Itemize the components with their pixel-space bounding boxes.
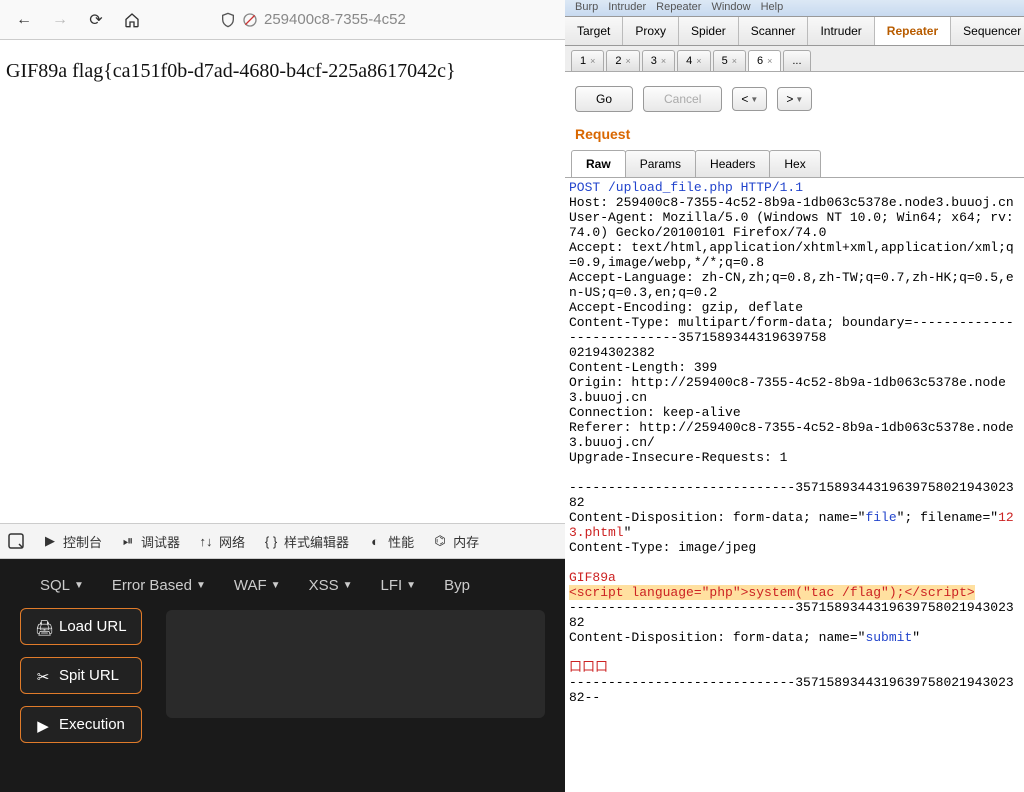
cancel-button[interactable]: Cancel: [643, 86, 722, 112]
style-icon: { }: [263, 533, 279, 549]
back-button[interactable]: ←: [8, 4, 40, 36]
exec-icon: ▶: [35, 717, 51, 733]
subtab-4[interactable]: 4×: [677, 50, 710, 71]
close-icon[interactable]: ×: [626, 56, 631, 66]
caret-down-icon: ▼: [343, 580, 353, 591]
devtools-tab-style-editor[interactable]: { }样式编辑器: [263, 532, 349, 551]
perf-icon: ◐: [367, 533, 383, 549]
home-icon: [124, 12, 140, 28]
devtools-toolbar: ▶控制台 ⏯调试器 ↑↓网络 { }样式编辑器 ◐性能 ⌬内存: [0, 523, 565, 559]
hackbar-menu-bypass[interactable]: Byp: [444, 577, 470, 594]
req-tab-hex[interactable]: Hex: [769, 150, 820, 177]
burp-menubar: Burp Intruder Repeater Window Help: [565, 0, 1024, 16]
close-icon[interactable]: ×: [767, 56, 772, 66]
hackbar-url-input[interactable]: [166, 610, 545, 718]
execution-button[interactable]: ▶Execution: [20, 706, 142, 743]
caret-down-icon: ▼: [196, 580, 206, 591]
req-tab-headers[interactable]: Headers: [695, 150, 770, 177]
history-forward-button[interactable]: >▼: [777, 87, 812, 111]
burp-main-tabs: Target Proxy Spider Scanner Intruder Rep…: [565, 16, 1024, 46]
request-view-tabs: Raw Params Headers Hex: [565, 150, 1024, 178]
subtab-more[interactable]: ...: [783, 50, 810, 71]
load-icon: 🖨: [35, 619, 51, 635]
burp-menu-intruder[interactable]: Intruder: [608, 1, 646, 13]
subtab-5[interactable]: 5×: [713, 50, 746, 71]
close-icon[interactable]: ×: [696, 56, 701, 66]
inspector-icon[interactable]: [8, 533, 24, 549]
burp-panel: Burp Intruder Repeater Window Help Targe…: [565, 0, 1024, 792]
tab-scanner[interactable]: Scanner: [739, 17, 809, 45]
req-tab-raw[interactable]: Raw: [571, 150, 626, 177]
hackbar-menu-error[interactable]: Error Based▼: [112, 577, 206, 594]
spit-icon: ✂: [35, 668, 51, 684]
tab-repeater[interactable]: Repeater: [875, 17, 951, 45]
devtools-tab-console[interactable]: ▶控制台: [42, 532, 102, 551]
hackbar-panel: SQL▼ Error Based▼ WAF▼ XSS▼ LFI▼ Byp 🖨Lo…: [0, 559, 565, 792]
reload-button[interactable]: ⟳: [80, 4, 112, 36]
forward-button[interactable]: →: [44, 4, 76, 36]
history-back-button[interactable]: <▼: [732, 87, 767, 111]
req-tab-params[interactable]: Params: [625, 150, 696, 177]
home-button[interactable]: [116, 4, 148, 36]
spit-url-button[interactable]: ✂Spit URL: [20, 657, 142, 694]
shield-icon: [220, 12, 236, 28]
subtab-3[interactable]: 3×: [642, 50, 675, 71]
devtools-tab-performance[interactable]: ◐性能: [367, 532, 414, 551]
caret-down-icon: ▼: [74, 580, 84, 591]
devtools-tab-memory[interactable]: ⌬内存: [432, 532, 479, 551]
page-body-text: GIF89a flag{ca151f0b-d7ad-4680-b4cf-225a…: [0, 40, 565, 103]
tab-intruder[interactable]: Intruder: [808, 17, 874, 45]
repeater-subtabs: 1× 2× 3× 4× 5× 6× ...: [565, 46, 1024, 72]
blocked-icon: [242, 12, 258, 28]
burp-menu-repeater[interactable]: Repeater: [656, 1, 701, 13]
url-text: 259400c8-7355-4c52: [264, 11, 406, 28]
dropdown-icon: ▼: [795, 95, 803, 104]
close-icon[interactable]: ×: [661, 56, 666, 66]
devtools-tab-network[interactable]: ↑↓网络: [198, 532, 245, 551]
tab-sequencer[interactable]: Sequencer: [951, 17, 1024, 45]
tab-target[interactable]: Target: [565, 17, 623, 45]
hackbar-menu: SQL▼ Error Based▼ WAF▼ XSS▼ LFI▼ Byp: [0, 559, 565, 608]
go-button[interactable]: Go: [575, 86, 633, 112]
raw-request-editor[interactable]: POST /upload_file.php HTTP/1.1 Host: 259…: [565, 178, 1024, 792]
burp-menu-burp[interactable]: Burp: [575, 1, 598, 13]
request-section-label: Request: [565, 120, 1024, 150]
burp-menu-window[interactable]: Window: [711, 1, 750, 13]
subtab-2[interactable]: 2×: [606, 50, 639, 71]
close-icon[interactable]: ×: [590, 56, 595, 66]
burp-menu-help[interactable]: Help: [761, 1, 784, 13]
repeater-controls: Go Cancel <▼ >▼: [565, 72, 1024, 120]
hackbar-menu-xss[interactable]: XSS▼: [309, 577, 353, 594]
devtools-tab-debugger[interactable]: ⏯调试器: [120, 532, 180, 551]
memory-icon: ⌬: [432, 533, 448, 549]
network-icon: ↑↓: [198, 533, 214, 549]
hackbar-menu-sql[interactable]: SQL▼: [40, 577, 84, 594]
subtab-1[interactable]: 1×: [571, 50, 604, 71]
load-url-button[interactable]: 🖨Load URL: [20, 608, 142, 645]
caret-down-icon: ▼: [271, 580, 281, 591]
hackbar-menu-lfi[interactable]: LFI▼: [380, 577, 416, 594]
hackbar-menu-waf[interactable]: WAF▼: [234, 577, 281, 594]
dropdown-icon: ▼: [750, 95, 758, 104]
caret-down-icon: ▼: [406, 580, 416, 591]
tab-spider[interactable]: Spider: [679, 17, 739, 45]
tab-proxy[interactable]: Proxy: [623, 17, 679, 45]
subtab-6[interactable]: 6×: [748, 50, 781, 71]
close-icon[interactable]: ×: [732, 56, 737, 66]
debugger-icon: ⏯: [120, 533, 136, 549]
console-icon: ▶: [42, 533, 58, 549]
